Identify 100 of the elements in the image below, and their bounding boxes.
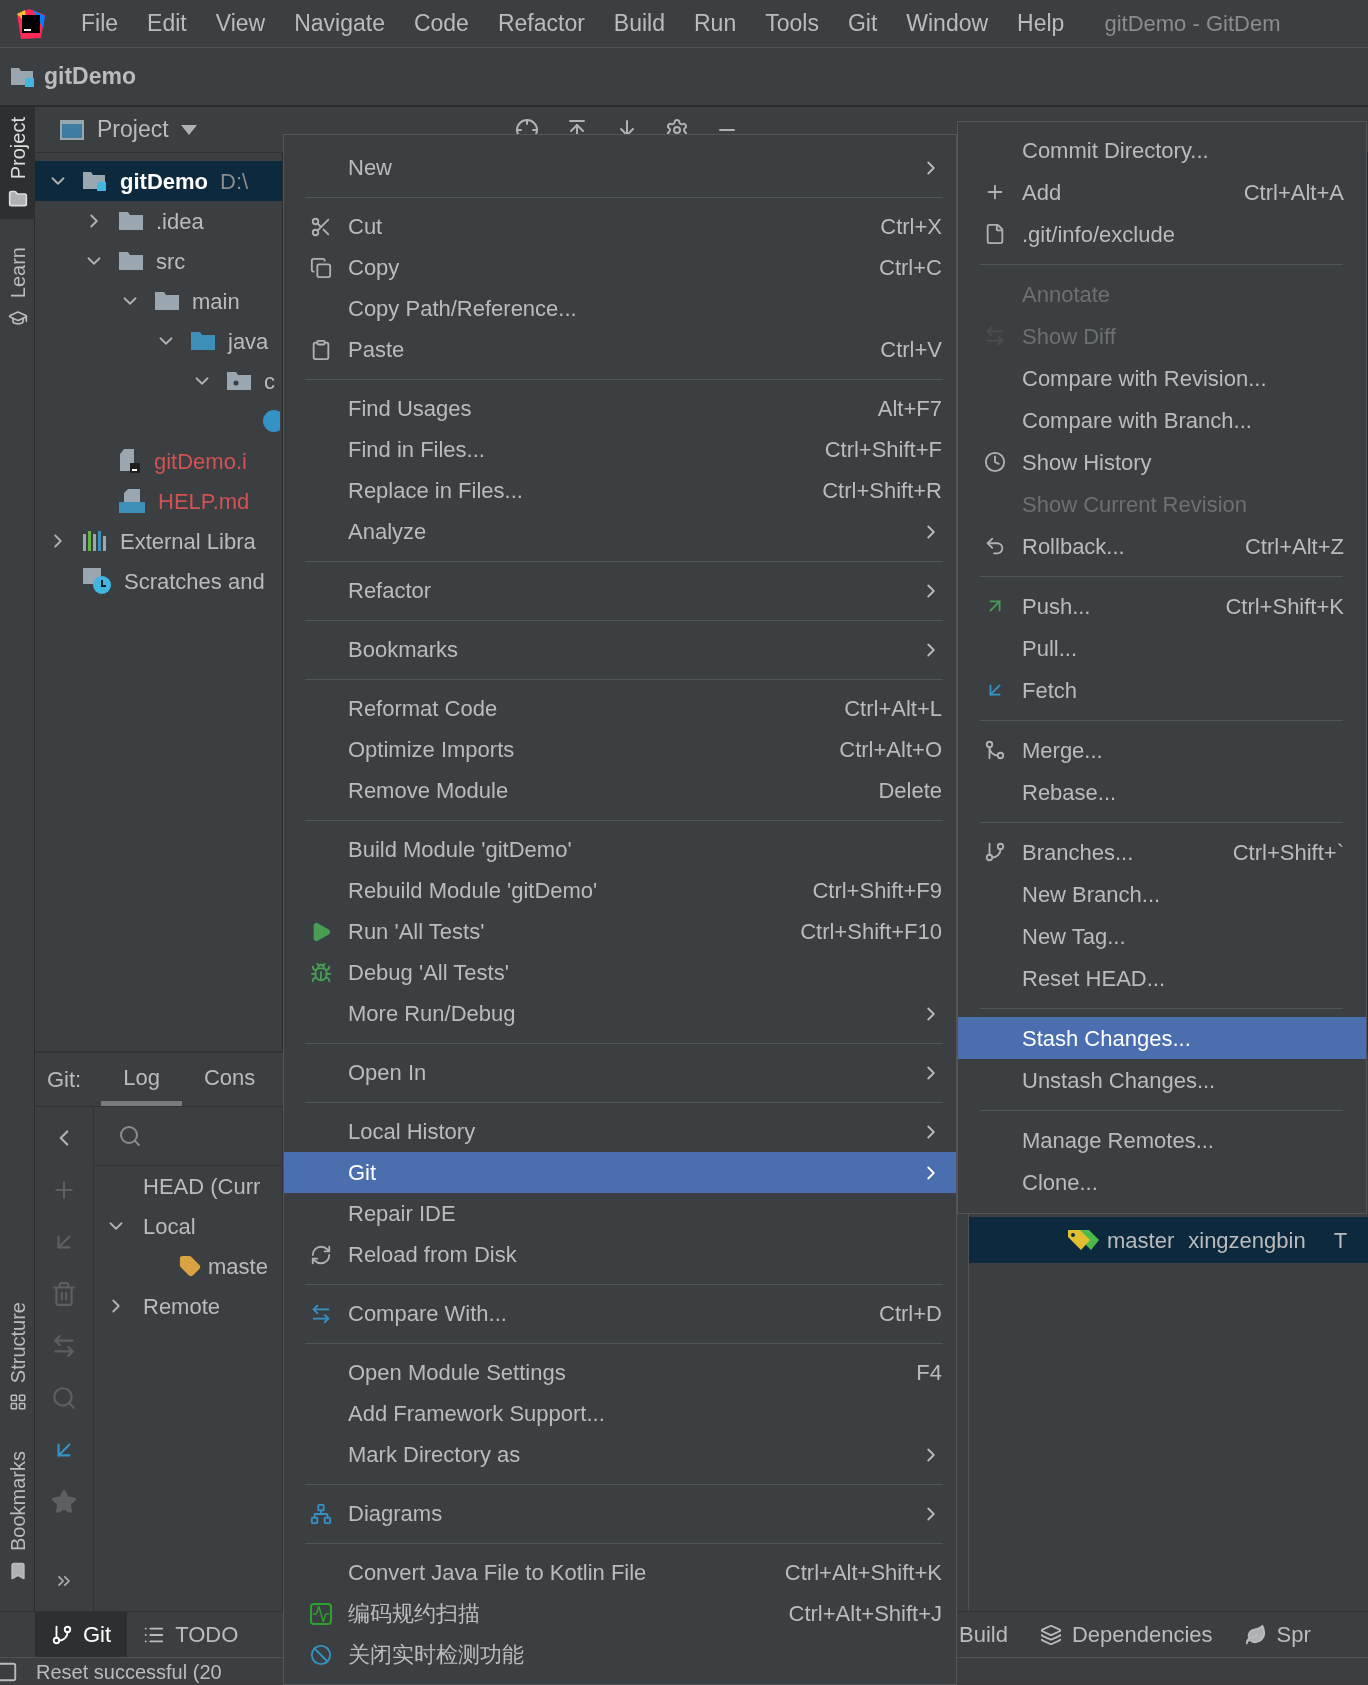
menu-item[interactable]: Manage Remotes... [958,1119,1366,1161]
menu-item[interactable]: Branches... Ctrl+Shift+` [958,831,1366,873]
diagram-icon [310,1502,332,1525]
menu-item[interactable]: Mark Directory as [284,1434,956,1475]
library-icon [82,530,108,552]
menu[interactable]: View [215,6,266,41]
menu-item[interactable]: Commit Directory... [958,129,1366,171]
menu-item[interactable]: Add Ctrl+Alt+A [958,171,1366,213]
tree-item[interactable]: java [35,321,282,361]
menu-item[interactable]: Copy Ctrl+C [284,247,956,288]
menu-item[interactable]: New Tag... [958,915,1366,957]
markdown-file-icon [118,488,146,514]
dropdown-icon[interactable] [180,124,197,135]
menu[interactable]: Edit [147,6,187,41]
panel-title[interactable]: Project [97,112,169,147]
menu[interactable]: Tools [765,6,819,41]
side-tab[interactable]: Bookmarks [0,1440,35,1591]
menu-item[interactable]: Merge... [958,729,1366,771]
menu-item[interactable]: Compare with Branch... [958,399,1366,441]
menu-item[interactable]: Bookmarks [284,629,956,670]
menu-item[interactable]: Push... Ctrl+Shift+K [958,585,1366,627]
star-icon[interactable] [51,1489,77,1515]
breadcrumb[interactable]: gitDemo [44,59,136,94]
menu-item[interactable]: Run 'All Tests' Ctrl+Shift+F10 [284,911,956,952]
branch-row[interactable]: HEAD (Curr [94,1166,282,1206]
undo-icon [984,535,1006,557]
branch-row[interactable]: Local [94,1206,282,1246]
menu[interactable]: Git [847,6,878,41]
menu-item[interactable]: Repair IDE [284,1193,956,1234]
menu-item[interactable]: Open In [284,1052,956,1093]
menu-item[interactable]: Reset HEAD... [958,957,1366,999]
menu-item[interactable]: Rebase... [958,771,1366,813]
menu-item[interactable]: Add Framework Support... [284,1393,956,1434]
tool-window-button[interactable]: Spr [1228,1612,1327,1657]
menu-item[interactable]: Copy Path/Reference... [284,288,956,329]
layers-icon [1039,1623,1062,1646]
menu-item[interactable]: More Run/Debug [284,993,956,1034]
menu-item[interactable]: Show History [958,441,1366,483]
bug-icon [310,961,332,984]
tool-window-button[interactable]: TODO [127,1612,255,1657]
menu-item[interactable]: Git [284,1152,956,1193]
menu-item[interactable]: Pull... [958,627,1366,669]
tree-item[interactable]: gitDemo D:\ [35,161,282,201]
tree-item[interactable]: External Libra [35,521,282,561]
menu[interactable]: File [81,6,119,41]
menu-item[interactable]: Diagrams [284,1493,956,1534]
menu-item[interactable]: Compare With... Ctrl+D [284,1293,956,1334]
menu[interactable]: Run [694,6,737,41]
menu-item[interactable]: Rebuild Module 'gitDemo' Ctrl+Shift+F9 [284,870,956,911]
menu-item[interactable]: Open Module Settings F4 [284,1352,956,1393]
menu-item[interactable]: Build Module 'gitDemo' [284,829,956,870]
menu-item[interactable]: Reformat Code Ctrl+Alt+L [284,688,956,729]
menu-item[interactable]: Compare with Revision... [958,357,1366,399]
folder-icon [7,189,28,210]
tool-window-button[interactable]: Git [35,1612,128,1657]
menu-item[interactable]: Debug 'All Tests' [284,952,956,993]
side-tab[interactable]: Structure [0,1291,35,1421]
log-row[interactable]: master xingzengbin T [969,1217,1368,1263]
window-title: gitDemo - GitDem [1104,10,1281,38]
menu-item[interactable]: Remove Module Delete [284,770,956,811]
menu-item[interactable]: Stash Changes... [958,1017,1366,1059]
branch-row[interactable]: maste [94,1246,282,1286]
menu-item[interactable]: Find in Files... Ctrl+Shift+F [284,429,956,470]
side-tab[interactable]: Learn [0,237,35,339]
tree-item[interactable]: main [35,281,282,321]
tree-item[interactable]: Scratches and [35,561,282,601]
menu[interactable]: Help [1017,6,1065,41]
menu[interactable]: Refactor [497,6,585,41]
app-logo-icon [15,7,47,40]
menu-item[interactable]: Optimize Imports Ctrl+Alt+O [284,729,956,770]
menu-item[interactable]: Analyze [284,511,956,552]
menu-item[interactable]: Unstash Changes... [958,1059,1366,1101]
menu-item[interactable]: Clone... [958,1161,1366,1203]
menu-item[interactable]: Paste Ctrl+V [284,329,956,370]
menu[interactable]: Build [613,6,665,41]
menu-item[interactable]: Cut Ctrl+X [284,206,956,247]
menu[interactable]: Code [413,6,469,41]
clock-icon [984,451,1006,473]
branch-row[interactable]: Remote [94,1286,282,1326]
tab[interactable]: Log [101,1053,182,1106]
menu-item[interactable]: Fetch [958,669,1366,711]
tree-item[interactable]: src [35,241,282,281]
menu-item[interactable]: Local History [284,1111,956,1152]
menu-item[interactable]: New Branch... [958,873,1366,915]
side-tab[interactable]: Project [0,107,35,220]
menu-item[interactable]: .git/info/exclude [958,213,1366,255]
menu-item[interactable]: Convert Java File to Kotlin File Ctrl+Alt+Shift+K [284,1552,956,1593]
menu[interactable]: Navigate [294,6,385,41]
menu-item[interactable]: Rollback... Ctrl+Alt+Z [958,525,1366,567]
menu-item[interactable]: Reload from Disk [284,1234,956,1275]
tab[interactable]: Cons [181,1053,278,1106]
tree-item[interactable]: c [35,361,282,401]
search-icon[interactable] [118,1124,142,1148]
menu-item[interactable]: Refactor [284,570,956,611]
menu-item[interactable]: Find Usages Alt+F7 [284,388,956,429]
menu-item[interactable]: Replace in Files... Ctrl+Shift+R [284,470,956,511]
tool-window-button[interactable]: Dependencies [1023,1612,1229,1657]
tree-item[interactable]: .idea [35,201,282,241]
menu-item[interactable]: New [284,147,956,188]
menu[interactable]: Window [906,6,989,41]
